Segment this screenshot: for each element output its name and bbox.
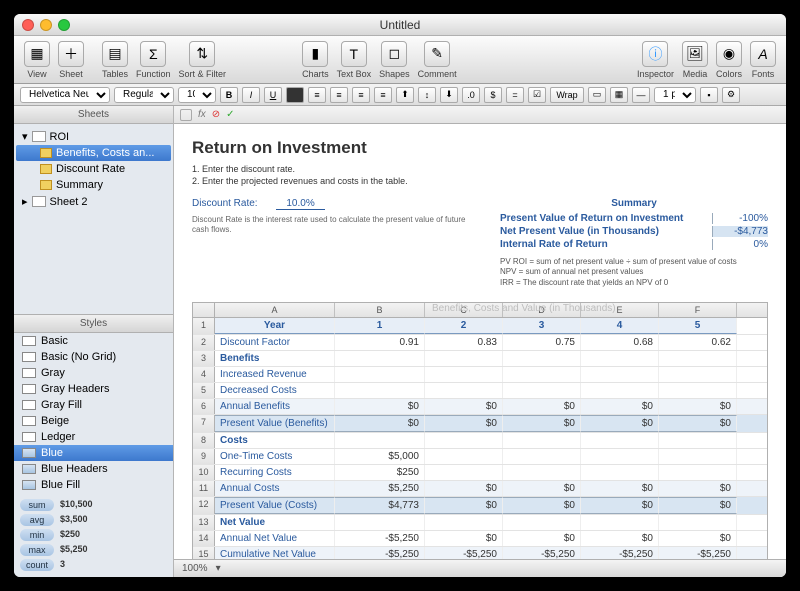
stat-min[interactable]: min: [20, 529, 54, 541]
fonts-button[interactable]: AFonts: [750, 41, 776, 79]
table-row[interactable]: 13Net Value: [193, 515, 767, 531]
status-bar: 100%▾: [174, 559, 786, 577]
media-button[interactable]: 🖼Media: [682, 41, 708, 79]
italic-button[interactable]: I: [242, 87, 260, 103]
table-row[interactable]: 12Present Value (Costs)$4,773$0$0$0$0: [193, 497, 767, 515]
canvas[interactable]: Return on Investment 1. Enter the discou…: [174, 124, 786, 559]
table-row[interactable]: 11Annual Costs$5,250$0$0$0$0: [193, 481, 767, 497]
stat-max[interactable]: max: [20, 544, 54, 556]
sidebar-item-discount[interactable]: Discount Rate: [16, 161, 171, 177]
close-icon[interactable]: [22, 19, 34, 31]
border-style-button[interactable]: —: [632, 87, 650, 103]
valign-middle-button[interactable]: ↕: [418, 87, 436, 103]
page-title: Return on Investment: [192, 138, 768, 158]
style-blue[interactable]: Blue: [14, 445, 173, 461]
align-justify-button[interactable]: ≡: [374, 87, 392, 103]
sidebar-item-benefits[interactable]: Benefits, Costs an...: [16, 145, 171, 161]
sortfilter-button[interactable]: ⇅Sort & Filter: [179, 41, 227, 79]
shapes-button[interactable]: ◻Shapes: [379, 41, 410, 79]
spreadsheet-table[interactable]: Benefits, Costs and Value (in Thousands)…: [192, 302, 768, 559]
table-row[interactable]: 7Present Value (Benefits)$0$0$0$0$0: [193, 415, 767, 433]
style-basic-no-grid-[interactable]: Basic (No Grid): [14, 349, 173, 365]
stat-count[interactable]: count: [20, 559, 54, 571]
window-title: Untitled: [380, 18, 421, 32]
style-blue-fill[interactable]: Blue Fill: [14, 477, 173, 493]
summary-box: Summary Present Value of Return on Inves…: [500, 198, 768, 288]
sidebar-item-roi[interactable]: ▾ROI: [16, 128, 171, 145]
sheet-button[interactable]: ＋Sheet: [58, 41, 84, 79]
styles-header: Styles: [14, 315, 173, 333]
font-size-select[interactable]: 10: [178, 87, 216, 103]
border-color-button[interactable]: ▪: [700, 87, 718, 103]
table-row[interactable]: 6Annual Benefits$0$0$0$0$0: [193, 399, 767, 415]
table-row[interactable]: 8Costs: [193, 433, 767, 449]
table-row[interactable]: 3Benefits: [193, 351, 767, 367]
format-bar: Helvetica Neue Regular 10 B I U ≡ ≡ ≡ ≡ …: [14, 84, 786, 106]
colors-button[interactable]: ◉Colors: [716, 41, 742, 79]
style-gray-headers[interactable]: Gray Headers: [14, 381, 173, 397]
stat-sum[interactable]: sum: [20, 499, 54, 511]
style-blue-headers[interactable]: Blue Headers: [14, 461, 173, 477]
border-width-select[interactable]: 1 pt: [654, 87, 696, 103]
toolbar: ▦View ＋Sheet ▤Tables ΣFunction ⇅Sort & F…: [14, 36, 786, 84]
table-row[interactable]: 15Cumulative Net Value-$5,250-$5,250-$5,…: [193, 547, 767, 559]
table-row[interactable]: 10Recurring Costs$250: [193, 465, 767, 481]
text-color-button[interactable]: [286, 87, 304, 103]
borders-button[interactable]: ▦: [610, 87, 628, 103]
sidebar: Sheets ▾ROI Benefits, Costs an... Discou…: [14, 106, 174, 577]
style-gray-fill[interactable]: Gray Fill: [14, 397, 173, 413]
table-row[interactable]: 14Annual Net Value-$5,250$0$0$0$0: [193, 531, 767, 547]
formula-button[interactable]: =: [506, 87, 524, 103]
comment-button[interactable]: ✎Comment: [418, 41, 457, 79]
fill-color-button[interactable]: ▭: [588, 87, 606, 103]
valign-bottom-button[interactable]: ⬇: [440, 87, 458, 103]
currency-button[interactable]: $: [484, 87, 502, 103]
align-right-button[interactable]: ≡: [352, 87, 370, 103]
discount-rate-value[interactable]: 10.0%: [276, 198, 324, 210]
table-row[interactable]: 9One-Time Costs$5,000: [193, 449, 767, 465]
view-button[interactable]: ▦View: [24, 41, 50, 79]
stat-avg[interactable]: avg: [20, 514, 54, 526]
table-row[interactable]: 5Decreased Costs: [193, 383, 767, 399]
zoom-level[interactable]: 100%: [182, 563, 208, 574]
charts-button[interactable]: ▮Charts: [302, 41, 329, 79]
font-family-select[interactable]: Helvetica Neue: [20, 87, 110, 103]
function-button[interactable]: ΣFunction: [136, 41, 171, 79]
sidebar-item-sheet2[interactable]: ▸Sheet 2: [16, 193, 171, 210]
checkbox-button[interactable]: ☑: [528, 87, 546, 103]
table-row[interactable]: 4Increased Revenue: [193, 367, 767, 383]
style-basic[interactable]: Basic: [14, 333, 173, 349]
style-gray[interactable]: Gray: [14, 365, 173, 381]
textbox-button[interactable]: TText Box: [337, 41, 372, 79]
sidebar-item-summary[interactable]: Summary: [16, 177, 171, 193]
table-row[interactable]: 2Discount Factor0.910.830.750.680.62: [193, 335, 767, 351]
zoom-icon[interactable]: [58, 19, 70, 31]
wrap-button[interactable]: Wrap: [550, 87, 584, 103]
formula-bar[interactable]: fx ⊘ ✓: [174, 106, 786, 124]
align-center-button[interactable]: ≡: [330, 87, 348, 103]
inspector-button[interactable]: ⓘInspector: [637, 41, 674, 79]
style-ledger[interactable]: Ledger: [14, 429, 173, 445]
window: Untitled ▦View ＋Sheet ▤Tables ΣFunction …: [14, 14, 786, 577]
valign-top-button[interactable]: ⬆: [396, 87, 414, 103]
titlebar: Untitled: [14, 14, 786, 36]
actions-button[interactable]: ⚙: [722, 87, 740, 103]
underline-button[interactable]: U: [264, 87, 282, 103]
stats-panel: sum$10,500 avg$3,500 min$250 max$5,250 c…: [14, 493, 173, 577]
bold-button[interactable]: B: [220, 87, 238, 103]
font-weight-select[interactable]: Regular: [114, 87, 174, 103]
minimize-icon[interactable]: [40, 19, 52, 31]
decimal-button[interactable]: .0: [462, 87, 480, 103]
tables-button[interactable]: ▤Tables: [102, 41, 128, 79]
sheets-header: Sheets: [14, 106, 173, 124]
align-left-button[interactable]: ≡: [308, 87, 326, 103]
style-beige[interactable]: Beige: [14, 413, 173, 429]
fx-menu-icon[interactable]: [180, 109, 192, 121]
